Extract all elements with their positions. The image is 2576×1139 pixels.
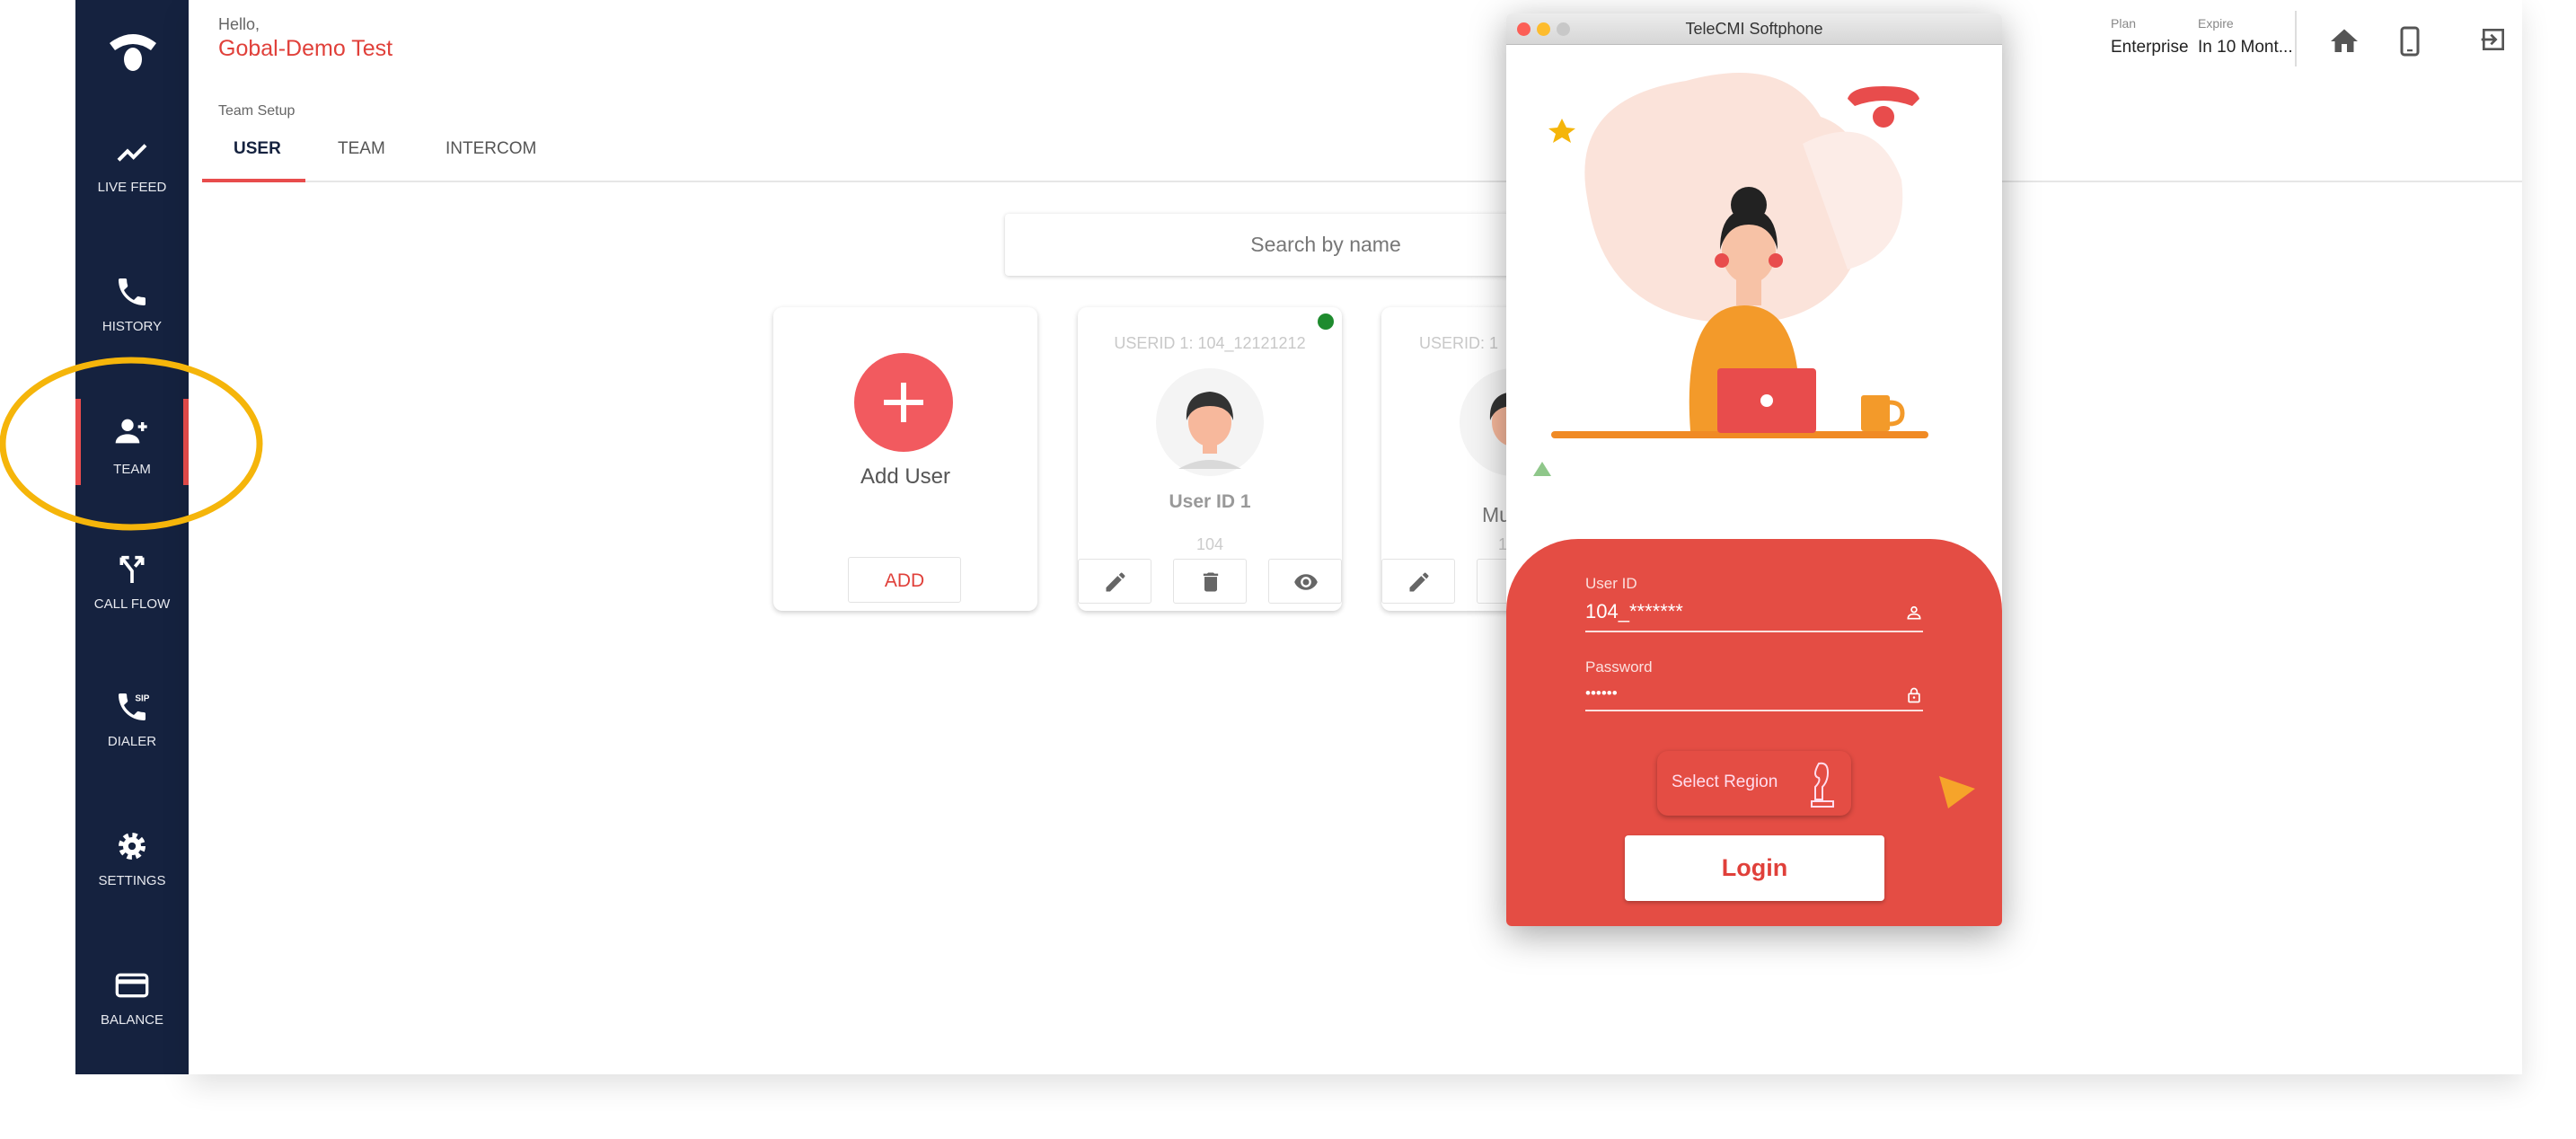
userid-input[interactable]: 104_******* [1585,600,1923,632]
login-button[interactable]: Login [1625,835,1884,901]
expire-label: Expire [2198,16,2234,31]
avatar [1156,368,1264,476]
sidebar-item-settings[interactable]: SETTINGS [75,828,189,914]
play-triangle-decoration-icon [1939,776,1975,808]
user-id-text: USERID 1: 104_12121212 [1114,334,1306,352]
plus-icon [884,383,923,422]
user-card[interactable]: USERID 1: 104_12121212 User ID 1 104 [1078,307,1342,611]
sidebar-item-call-flow[interactable]: CALL FLOW [75,552,189,638]
sidebar: LIVE FEED HISTORY TEAM CALL FLOW SIP DIA… [75,0,189,1074]
plan-label: Plan [2111,16,2137,31]
sip-phone-icon: SIP [119,693,150,720]
account-name: Gobal-Demo Test [218,36,393,61]
select-region-label: Select Region [1672,773,1778,791]
sidebar-item-dialer[interactable]: SIP DIALER [75,689,189,775]
softphone-window: TeleCMI Softphone User ID 104_******* Pa… [1506,13,2002,926]
gear-icon [119,833,146,860]
sidebar-item-label: BALANCE [100,1012,164,1028]
agent-illustration [1533,73,1928,476]
sidebar-item-label: SETTINGS [98,873,166,888]
user-icon [1907,605,1921,620]
password-label: Password [1585,658,1653,675]
select-region-button[interactable]: Select Region [1657,751,1851,816]
tab-team[interactable]: TEAM [338,139,385,159]
window-titlebar: TeleCMI Softphone [1506,13,2002,45]
sidebar-item-balance[interactable]: BALANCE [75,967,189,1054]
login-panel: User ID 104_******* Password •••••• Sele… [1506,539,2002,926]
tab-intercom[interactable]: INTERCOM [446,139,536,159]
sidebar-item-history[interactable]: HISTORY [75,274,189,360]
sidebar-item-label: LIVE FEED [97,180,167,195]
window-title: TeleCMI Softphone [1685,20,1823,38]
add-user-plus-button[interactable] [854,353,953,452]
view-button[interactable] [1268,559,1342,604]
user-id-text: USERID: 1 [1419,334,1499,352]
phone-icon [119,278,146,305]
user-name: User ID 1 [1169,491,1251,512]
tab-user[interactable]: USER [234,139,281,159]
home-icon[interactable] [2328,25,2360,57]
edit-button[interactable] [1381,559,1455,604]
minimize-window-button[interactable] [1537,22,1550,36]
add-user-label: Add User [860,464,951,489]
user-extension: 104 [1195,535,1224,553]
password-input[interactable]: •••••• [1585,684,1923,711]
zoom-window-button[interactable] [1557,22,1570,36]
active-tab-indicator [202,179,305,182]
sidebar-item-live-feed[interactable]: LIVE FEED [75,135,189,221]
greeting: Hello, [218,15,260,33]
userid-label: User ID [1585,575,1637,592]
sidebar-item-label: DIALER [107,734,157,749]
svg-text:SIP: SIP [135,693,149,703]
telecmi-logo-icon [110,34,156,71]
add-button[interactable]: ADD [848,557,961,603]
section-title: Team Setup [218,103,296,119]
expire-value: In 10 Mont... [2198,38,2293,57]
header-divider [2295,11,2297,66]
credit-card-icon [115,973,149,998]
pencil-icon [1106,572,1125,592]
logout-icon[interactable] [2479,25,2508,54]
pencil-icon [1409,572,1429,592]
telecmi-logo-icon [1848,86,1919,106]
merlion-icon [1811,762,1834,808]
main-content: Hello, Gobal-Demo Test Team Setup USER T… [189,0,2522,1074]
highlight-circle [0,357,263,531]
trash-icon [1203,572,1219,592]
add-user-card: Add User ADD [773,307,1037,611]
sidebar-item-label: HISTORY [101,319,163,334]
delete-button[interactable] [1173,559,1247,604]
sidebar-item-label: CALL FLOW [93,596,171,612]
lock-icon [1908,687,1920,703]
mobile-phone-icon[interactable] [2394,23,2426,59]
online-status-dot [1318,313,1334,330]
close-window-button[interactable] [1517,22,1531,36]
edit-button[interactable] [1078,559,1151,604]
trending-up-icon [117,144,147,162]
eye-icon [1294,574,1318,590]
tabs-divider [202,181,2522,182]
call-split-icon [119,555,145,583]
plan-value: Enterprise [2111,38,2189,57]
